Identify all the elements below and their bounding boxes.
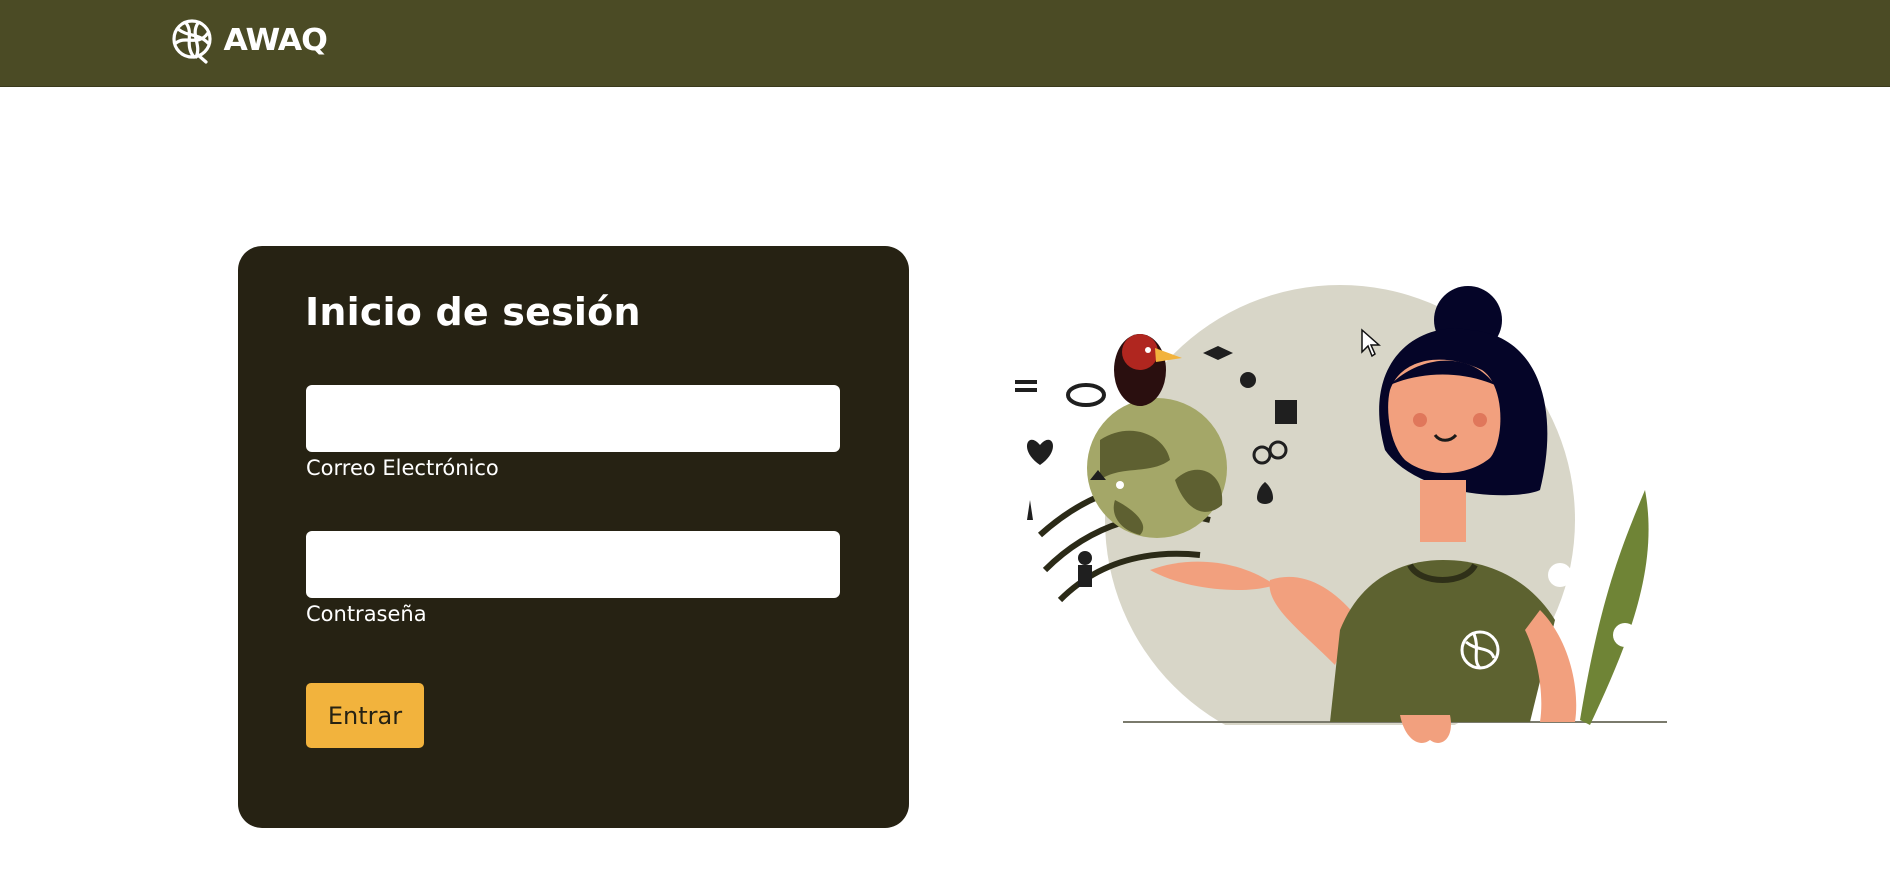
email-field[interactable] — [306, 385, 840, 452]
top-navbar: AWAQ — [0, 0, 1890, 87]
login-card: Inicio de sesión Correo Electrónico Cont… — [238, 246, 909, 828]
globe — [1087, 398, 1227, 538]
password-field[interactable] — [306, 531, 840, 598]
mouse-pointer-icon — [1361, 328, 1381, 358]
password-label: Contraseña — [306, 602, 427, 626]
awaq-globe-icon — [172, 19, 212, 64]
awaq-logo[interactable]: AWAQ — [168, 13, 328, 67]
login-title: Inicio de sesión — [305, 290, 641, 334]
email-label: Correo Electrónico — [306, 456, 499, 480]
login-button[interactable]: Entrar — [306, 683, 424, 748]
brand-name: AWAQ — [223, 22, 328, 58]
woman-holding-globe-illustration — [1000, 285, 1680, 760]
